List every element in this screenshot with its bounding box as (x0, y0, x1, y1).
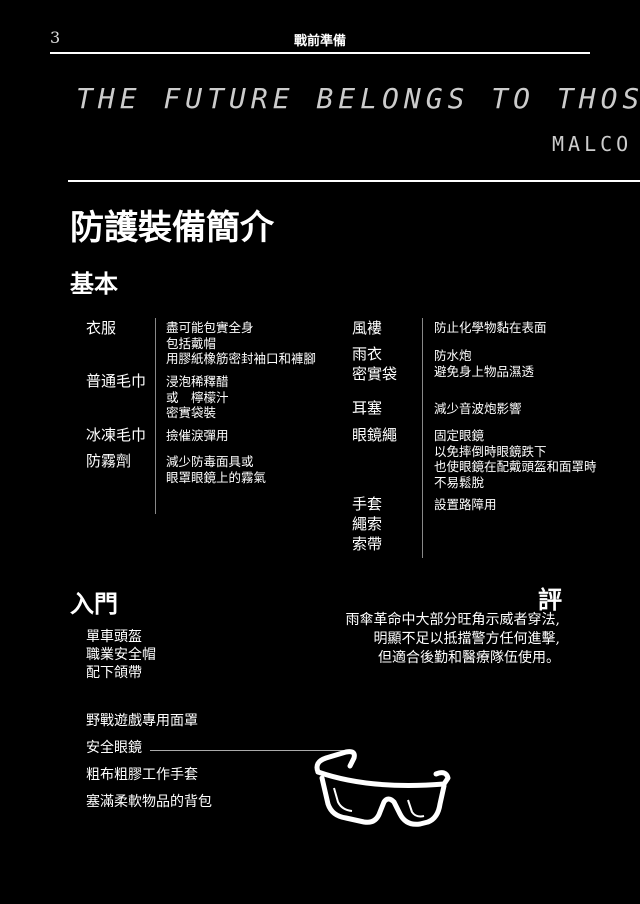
basic-term: 耳塞 (352, 399, 383, 417)
basic-desc: 浸泡稀釋醋 或 檸檬汁 密實袋裝 (166, 374, 229, 420)
basic-term: 冰凍毛巾 (86, 426, 147, 444)
basic-desc: 減少防毒面具或 眼罩眼鏡上的霧氣 (166, 454, 267, 485)
comment-title: 評 (538, 585, 562, 614)
basic-desc: 防止化學物黏在表面 (434, 320, 547, 335)
running-header: 戰前準備 (293, 34, 346, 49)
basic-desc: 撿催淚彈用 (166, 428, 229, 443)
basic-desc: 減少音波炮影響 (434, 401, 522, 416)
list-item: 野戰遊戲專用面罩 (86, 713, 198, 729)
column-divider (155, 318, 156, 514)
quote-attribution: MALCO (552, 132, 633, 156)
header-rule (50, 52, 590, 54)
page-title: 防護裝備簡介 (70, 208, 274, 248)
basic-desc: 盡可能包實全身 包括戴帽 用膠紙橡筋密封袖口和褲腳 (166, 320, 317, 366)
basic-term: 風褸 (352, 319, 383, 337)
list-item: 安全眼鏡 (86, 740, 142, 756)
basic-term: 普通毛巾 (86, 372, 147, 390)
entry-list-group2: 野戰遊戲專用面罩 安全眼鏡 粗布粗膠工作手套 塞滿柔軟物品的背包 (86, 708, 212, 816)
basic-term: 雨衣 密實袋 (352, 345, 398, 383)
basic-heading: 基本 (70, 270, 118, 298)
list-item: 粗布粗膠工作手套 (86, 767, 198, 783)
comment-body: 雨傘革命中大部分旺角示威者穿法, 明顯不足以抵擋警方任何進擊, 但適合後勤和醫療… (346, 611, 560, 668)
basic-term: 眼鏡繩 (352, 426, 398, 444)
comment-line: 雨傘革命中大部分旺角示威者穿法, (345, 612, 560, 628)
safety-goggles-icon (314, 749, 451, 827)
list-item: 職業安全帽 (86, 647, 156, 663)
comment-line: 但適合後勤和醫療隊伍使用。 (378, 650, 560, 666)
basic-desc: 設置路障用 (434, 497, 497, 512)
quote-text: THE FUTURE BELONGS TO THOS (76, 82, 640, 115)
basic-desc: 防水炮 避免身上物品濕透 (434, 348, 535, 379)
section-rule (68, 180, 640, 182)
entry-list-group1: 單車頭盔 職業安全帽 配下頜帶 (86, 628, 156, 682)
basic-term: 衣服 (86, 319, 117, 337)
basic-desc: 固定眼鏡 以免摔倒時眼鏡跌下 也使眼鏡在配戴頭盔和面罩時 不易鬆脫 (434, 428, 597, 490)
basic-term: 防霧劑 (86, 452, 132, 470)
entry-heading: 入門 (70, 590, 118, 618)
list-item: 單車頭盔 (86, 629, 142, 645)
column-divider (422, 318, 423, 558)
comment-line: 明顯不足以抵擋警方任何進擊, (373, 631, 560, 647)
list-item: 配下頜帶 (86, 665, 142, 681)
basic-term: 手套 繩索 索帶 (352, 495, 383, 553)
list-item: 塞滿柔軟物品的背包 (86, 794, 212, 810)
